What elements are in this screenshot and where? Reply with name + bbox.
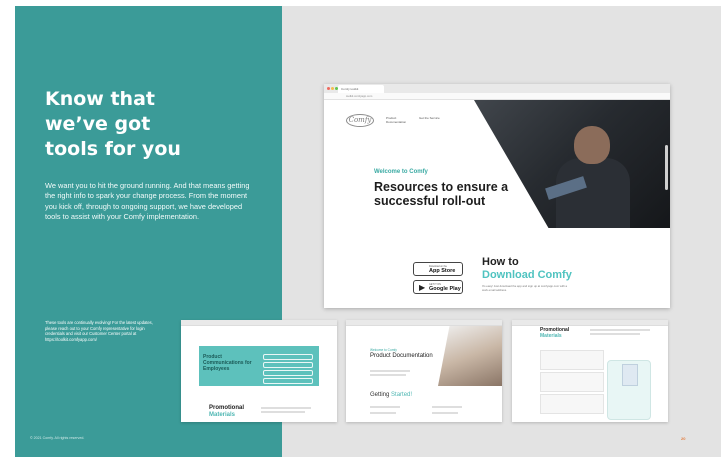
- slide-page: Know that we’ve got tools for you We wan…: [0, 0, 721, 457]
- comfy-logo: Comfy: [346, 114, 374, 127]
- thumbnail-documentation: Welcome to Comfy Product Documentation G…: [346, 320, 502, 422]
- chef-photo: [474, 100, 670, 228]
- toolkit-browser-screenshot: Comfy toolkit toolkit.comfyapp.com Comfy…: [324, 84, 670, 308]
- browser-chrome: Comfy toolkit: [324, 84, 670, 93]
- download-heading: Download Comfy: [482, 269, 572, 281]
- heading-line-3: tools for you: [45, 138, 181, 160]
- thumbnail-promotional: Promotional Materials: [512, 320, 668, 422]
- scrollbar: [665, 145, 668, 190]
- heading-line-2: we’ve got: [45, 113, 151, 135]
- app-store-badge: Download on the App Store: [413, 262, 463, 276]
- close-dot-icon: [327, 87, 330, 90]
- promo-title: Promotional: [209, 405, 245, 411]
- page-number: 20: [681, 436, 686, 441]
- download-description: It's easy! Just download the app and sig…: [482, 284, 568, 292]
- poster-mockup: [622, 364, 638, 386]
- browser-tab: Comfy toolkit: [338, 85, 384, 93]
- getting-started: Getting Started!: [370, 392, 413, 398]
- welcome-text: Welcome to Comfy: [374, 169, 428, 175]
- band-title: Product Communications for Employees: [203, 354, 252, 372]
- thumb-welcome: Welcome to Comfy: [370, 348, 397, 352]
- google-play-badge: ▶ GET IT ON Google Play: [413, 280, 463, 294]
- how-to-heading: How to: [482, 256, 519, 268]
- thumb-product-documentation: Product Documentation: [370, 353, 433, 359]
- nav-get-service: Get the Service: [419, 116, 440, 120]
- address-bar: toolkit.comfyapp.com: [324, 93, 670, 100]
- tools-note: These tools are continually evolving! Fo…: [45, 320, 153, 342]
- nav-product-documentation: Product Documentation: [386, 116, 407, 125]
- copyright: © 2021 Comfy. All rights reserved.: [30, 436, 85, 440]
- thumbnail-communications: Product Communications for Employees Pro…: [181, 320, 337, 422]
- slide-heading: Know that we’ve got tools for you: [45, 87, 265, 162]
- heading-line-1: Know that: [45, 88, 155, 110]
- url-text: toolkit.comfyapp.com: [346, 94, 373, 98]
- thumb-promo-subtitle: Materials: [540, 333, 562, 339]
- website-content: Comfy Product Documentation Get the Serv…: [324, 100, 670, 308]
- site-headline: Resources to ensure a successful roll-ou…: [374, 180, 509, 208]
- intro-paragraph: We want you to hit the ground running. A…: [45, 181, 250, 221]
- minimize-dot-icon: [331, 87, 334, 90]
- play-icon: ▶: [419, 283, 426, 292]
- promo-subtitle: Materials: [209, 412, 236, 418]
- person-photo: [438, 326, 502, 386]
